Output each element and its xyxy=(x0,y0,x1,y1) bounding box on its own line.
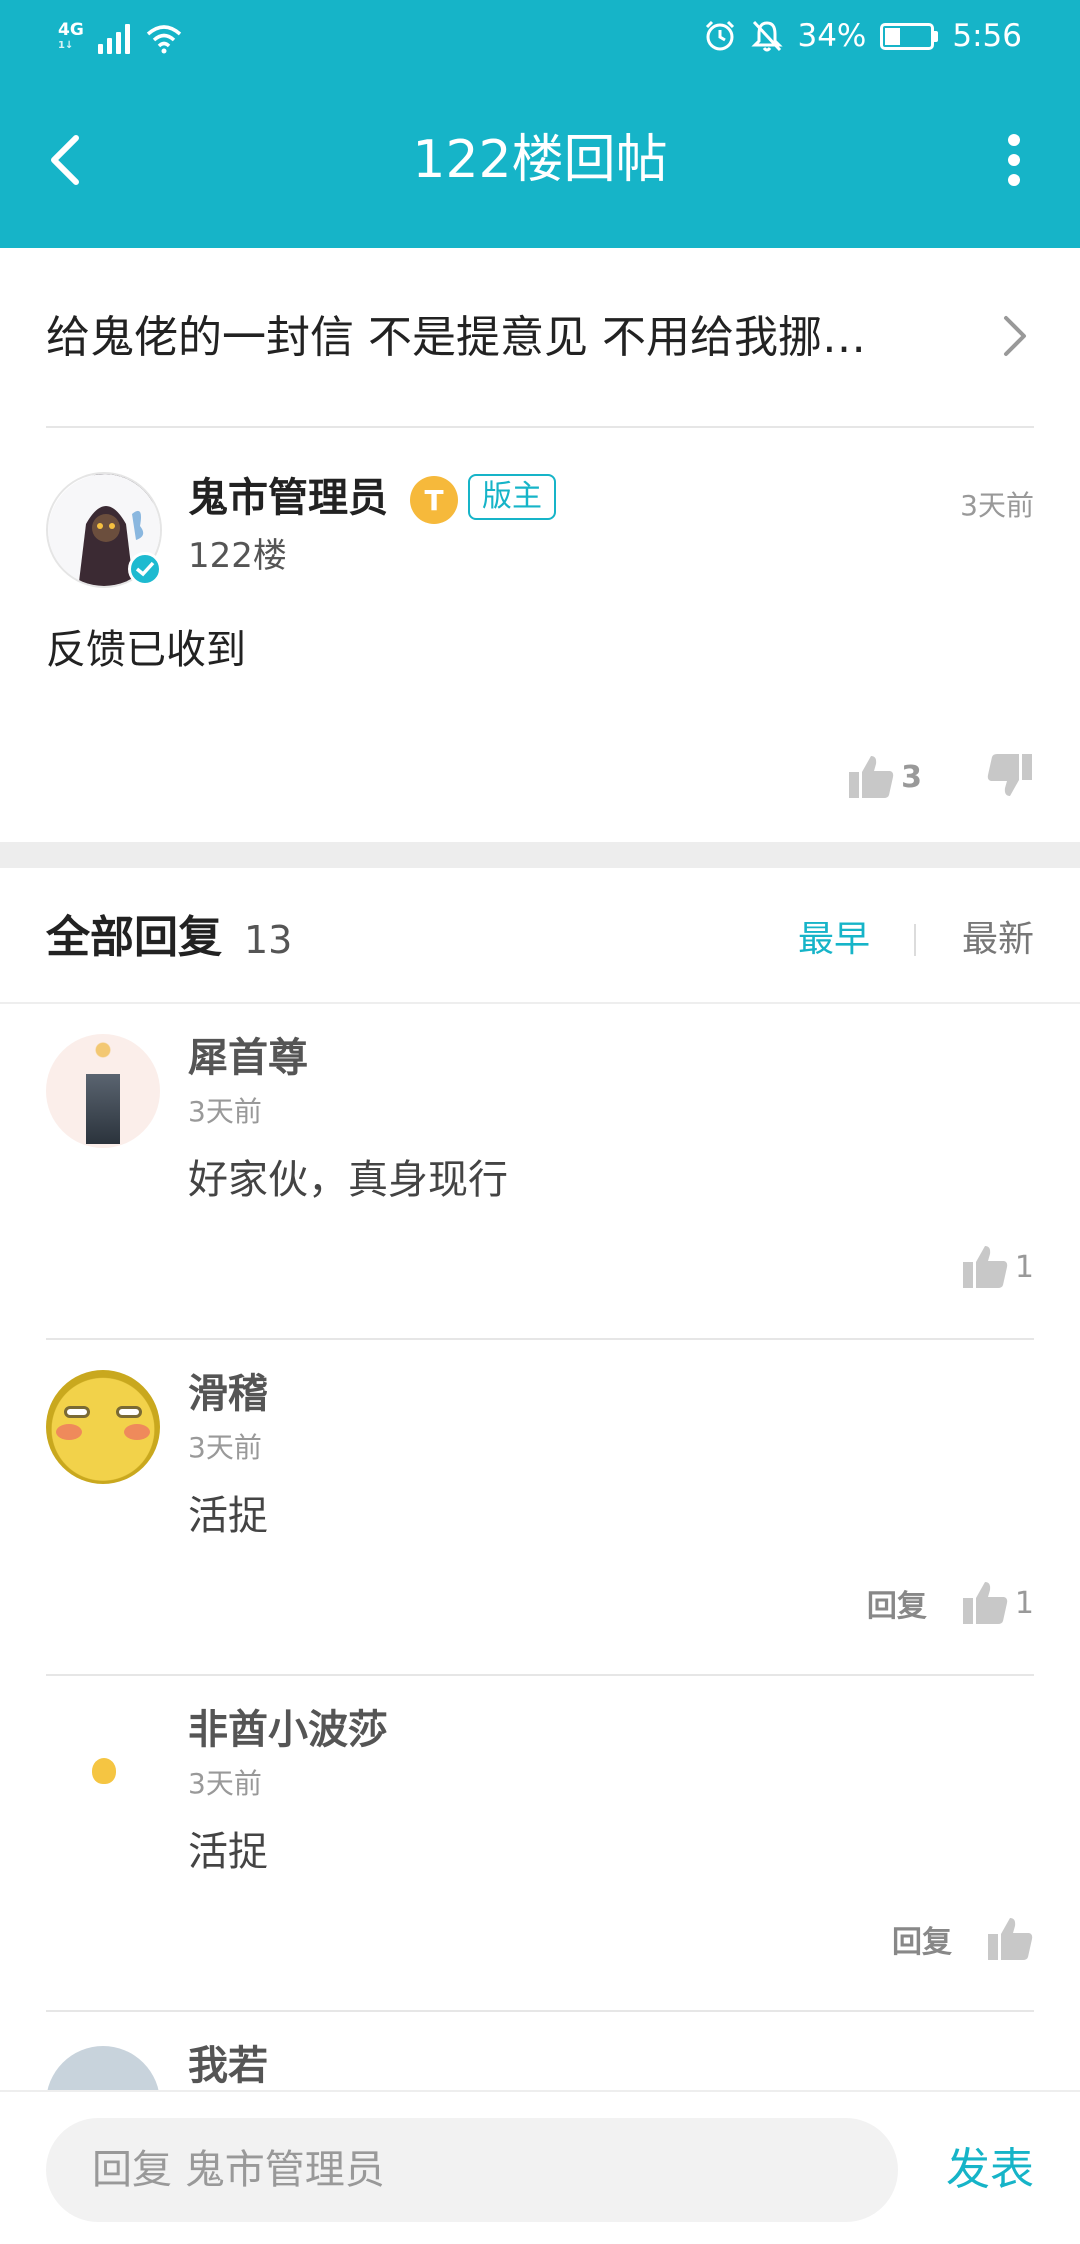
app-header: 4G 1↓ 34% 5:56 122楼回帖 xyxy=(0,0,1080,248)
reply-author[interactable]: 非酋小波莎 xyxy=(188,1704,388,1756)
like-count: 3 xyxy=(901,759,922,795)
more-options-button[interactable] xyxy=(984,124,1044,196)
replies-title: 全部回复 xyxy=(46,912,222,963)
alarm-icon xyxy=(706,20,735,51)
signal-icon xyxy=(97,22,130,54)
battery-icon xyxy=(880,22,939,50)
reply-time: 3天前 xyxy=(188,1767,262,1800)
reply-item: 犀首尊 3天前 好家伙，真身现行 1 xyxy=(46,1004,1034,1340)
like-button[interactable]: 1 xyxy=(961,1244,1034,1290)
like-button[interactable]: 1 xyxy=(961,1580,1034,1626)
reply-actions: 回复 xyxy=(892,1916,1034,1962)
chevron-right-icon xyxy=(1004,316,1026,356)
page-title: 122楼回帖 xyxy=(412,130,668,190)
network-status: 4G 1↓ xyxy=(58,22,184,54)
network-type: 4G xyxy=(58,20,84,40)
reply-author[interactable]: 我若 xyxy=(188,2040,268,2092)
thumbs-up-icon xyxy=(849,756,894,798)
status-bar: 4G 1↓ 34% 5:56 xyxy=(0,0,1080,80)
reply-actions: 1 xyxy=(961,1244,1034,1290)
avatar[interactable] xyxy=(46,1706,160,1820)
reply-author[interactable]: 滑稽 xyxy=(188,1368,268,1420)
battery-percent: 34% xyxy=(797,18,867,54)
section-divider xyxy=(0,842,1080,868)
thumbs-up-icon xyxy=(988,1918,1033,1960)
mute-notifications-icon xyxy=(751,20,784,52)
reply-content: 活捉 xyxy=(188,1493,268,1539)
reply-author[interactable]: 犀首尊 xyxy=(188,1032,308,1084)
post-author[interactable]: 鬼市管理员 xyxy=(188,472,388,524)
like-count: 1 xyxy=(1014,1585,1034,1621)
sort-divider xyxy=(914,924,916,956)
wifi-icon xyxy=(146,25,181,54)
post-floor: 122楼 xyxy=(188,536,287,576)
main-post: 鬼市管理员 T 版主 3天前 122楼 反馈已收到 3 xyxy=(46,472,1034,842)
reply-actions: 回复 1 xyxy=(867,1580,1034,1626)
dislike-button[interactable] xyxy=(986,752,1034,802)
sort-latest-tab[interactable]: 最新 xyxy=(962,914,1034,966)
thumbs-up-icon xyxy=(962,1246,1008,1288)
avatar[interactable] xyxy=(46,1034,160,1148)
post-actions: 3 xyxy=(847,752,1034,802)
reply-time: 3天前 xyxy=(188,1095,262,1128)
reply-input-bar: 发表 xyxy=(0,2090,1080,2244)
clock: 5:56 xyxy=(952,18,1022,54)
replies-header: 全部回复 13 最早 最新 xyxy=(0,868,1080,1004)
like-button[interactable]: 3 xyxy=(847,754,922,800)
reply-content: 活捉 xyxy=(188,1829,268,1875)
more-vertical-icon xyxy=(1008,134,1020,186)
replies-count: 13 xyxy=(244,918,293,962)
thumbs-up-icon xyxy=(962,1582,1008,1624)
system-status: 34% 5:56 xyxy=(703,18,1022,54)
reply-item: 非酋小波莎 3天前 活捉 回复 xyxy=(46,1676,1034,2012)
network-activity: 1↓ xyxy=(58,40,74,51)
verified-badge-icon xyxy=(128,552,162,586)
avatar[interactable] xyxy=(46,1370,160,1484)
title-bar: 122楼回帖 xyxy=(0,80,1080,248)
moderator-badge: 版主 xyxy=(468,474,556,520)
thread-title: 给鬼佬的一封信 不是提意见 不用给我挪… xyxy=(46,312,866,363)
reply-item: 滑稽 3天前 活捉 回复 1 xyxy=(46,1340,1034,1676)
reply-input[interactable] xyxy=(46,2118,898,2222)
thread-link[interactable]: 给鬼佬的一封信 不是提意见 不用给我挪… xyxy=(46,248,1034,428)
like-button[interactable] xyxy=(986,1916,1034,1962)
thumbs-down-icon xyxy=(987,754,1032,796)
post-content: 反馈已收到 xyxy=(46,627,246,673)
reply-content: 好家伙，真身现行 xyxy=(188,1157,508,1203)
level-badge: T xyxy=(410,476,458,524)
like-count: 1 xyxy=(1014,1249,1034,1285)
reply-time: 3天前 xyxy=(188,1431,262,1464)
post-time: 3天前 xyxy=(960,489,1034,522)
reply-button[interactable]: 回复 xyxy=(867,1581,927,1625)
sort-earliest-tab[interactable]: 最早 xyxy=(798,914,870,966)
send-button[interactable]: 发表 xyxy=(946,2140,1034,2200)
reply-button[interactable]: 回复 xyxy=(892,1917,952,1961)
